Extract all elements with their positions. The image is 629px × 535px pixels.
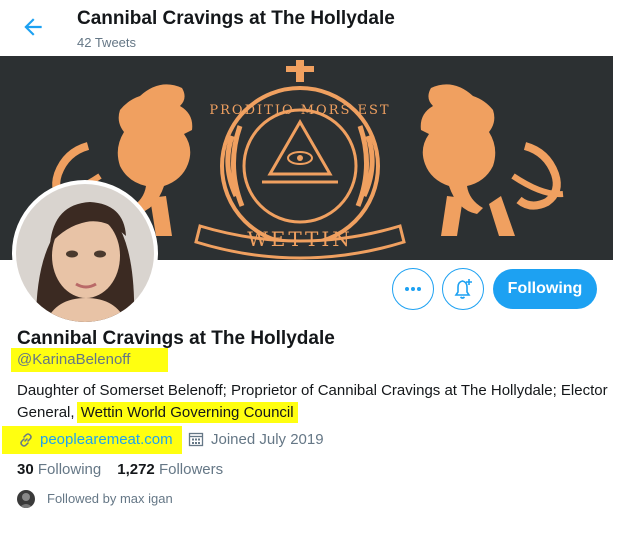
calendar-icon [188, 432, 204, 447]
profile-bio: Daughter of Somerset Belenoff; Proprieto… [17, 380, 617, 424]
profile-header: Cannibal Cravings at The Hollydale 42 Tw… [0, 0, 629, 56]
website-link[interactable]: peoplearemeat.com [40, 431, 173, 448]
header-title: Cannibal Cravings at The Hollydale [77, 8, 395, 29]
banner-house-text: WETTIN [247, 227, 353, 251]
tweet-count: 42 Tweets [77, 35, 137, 50]
bell-plus-icon [454, 279, 472, 299]
bio-highlight: Wettin World Governing Council [76, 402, 298, 423]
link-icon [20, 433, 32, 447]
followed-by-text: Followed by max igan [47, 491, 173, 506]
joined-date: Joined July 2019 [211, 431, 324, 448]
back-arrow-icon[interactable] [20, 14, 46, 40]
profile-meta: peoplearemeat.com Joined July 2019 [0, 426, 629, 454]
more-dots-icon [405, 287, 421, 291]
followers-count: 1,272 [117, 461, 155, 478]
following-label: Following [37, 461, 102, 478]
avatar[interactable] [12, 180, 158, 326]
following-button[interactable]: Following [493, 269, 597, 309]
more-options-button[interactable] [392, 268, 434, 310]
banner-motto-text: PRODITIO MORS EST [209, 103, 390, 118]
profile-name: Cannibal Cravings at The Hollydale [17, 328, 335, 349]
following-stat[interactable]: 30 Following [17, 461, 101, 478]
follow-stats: 30 Following 1,272 Followers [17, 461, 223, 478]
notifications-button[interactable] [442, 268, 484, 310]
profile-handle: @KarinaBelenoff [11, 348, 168, 372]
follower-avatar [17, 490, 35, 508]
following-count: 30 [17, 461, 34, 478]
followers-label: Followers [158, 461, 224, 478]
followers-stat[interactable]: 1,272 Followers [117, 461, 223, 478]
